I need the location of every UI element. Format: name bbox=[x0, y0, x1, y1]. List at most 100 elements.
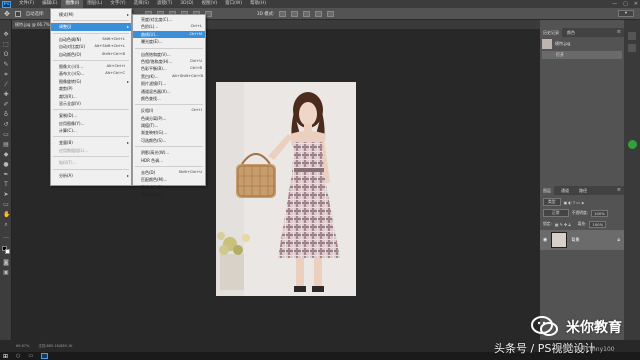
menu-item-selective-color[interactable]: 可选颜色(S)... bbox=[133, 137, 205, 144]
panel-menu-icon[interactable]: ≡ bbox=[617, 186, 621, 195]
lock-icons[interactable]: ▦ ✎ ✥ 🔒︎ bbox=[555, 222, 571, 227]
fill-input[interactable]: 100% bbox=[589, 220, 607, 228]
blend-mode-dropdown[interactable]: 正常 bbox=[543, 209, 569, 217]
3d-drag-icon[interactable] bbox=[303, 10, 311, 17]
crop-tool-icon[interactable]: ⌗ bbox=[3, 72, 9, 78]
history-panel-icon[interactable] bbox=[628, 32, 636, 40]
taskbar-photoshop-icon[interactable] bbox=[41, 353, 49, 359]
eyedropper-tool-icon[interactable]: ⁄ bbox=[3, 82, 9, 88]
brush-tool-icon[interactable]: ✐ bbox=[3, 102, 9, 108]
tab-layers[interactable]: 图层 bbox=[540, 186, 554, 195]
menu-item-brightness-contrast[interactable]: 亮度/对比度(C)... bbox=[133, 16, 205, 23]
menu-select[interactable]: 选择(S) bbox=[130, 0, 153, 8]
tab-paths[interactable]: 路径 bbox=[576, 186, 590, 195]
menu-item-posterize[interactable]: 色调分离(P)... bbox=[133, 115, 205, 122]
tab-channels[interactable]: 通道 bbox=[558, 186, 572, 195]
healing-brush-tool-icon[interactable]: ✚ bbox=[3, 92, 9, 98]
menu-item-reveal-all[interactable]: 显示全部(V) bbox=[51, 100, 131, 107]
menu-item-hue-saturation[interactable]: 色相/饱和度(H)... Ctrl+U bbox=[133, 58, 205, 65]
menu-item-photo-filter[interactable]: 照片滤镜(F)... bbox=[133, 80, 205, 87]
menu-item-desaturate[interactable]: 去色(D) Shift+Ctrl+U bbox=[133, 169, 205, 176]
close-icon[interactable]: ✕ bbox=[634, 1, 638, 7]
menu-item-trim[interactable]: 裁切(R)... bbox=[51, 93, 131, 100]
menu-item-match-color[interactable]: 匹配颜色(M)... bbox=[133, 176, 205, 183]
maximize-icon[interactable]: ▢ bbox=[623, 1, 628, 7]
windows-start-icon[interactable]: ⊞ bbox=[3, 353, 8, 360]
menu-item-image-size[interactable]: 图像大小(I)... Alt+Ctrl+I bbox=[51, 63, 131, 70]
menu-item-canvas-size[interactable]: 画布大小(S)... Alt+Ctrl+C bbox=[51, 70, 131, 77]
3d-roll-icon[interactable] bbox=[291, 10, 299, 17]
menu-item-shadows-highlights[interactable]: 阴影/高光(W)... bbox=[133, 149, 205, 156]
color-panel-icon[interactable] bbox=[628, 44, 636, 52]
menu-item-exposure[interactable]: 曝光度(E)... bbox=[133, 38, 205, 45]
filter-icons[interactable]: ▣ ◐ T ▭ ◈ bbox=[564, 200, 585, 205]
menu-3d[interactable]: 3D(D) bbox=[176, 0, 197, 8]
opacity-input[interactable]: 100% bbox=[591, 209, 608, 217]
menu-item-analysis[interactable]: 分析(A) ▸ bbox=[51, 172, 131, 179]
path-select-tool-icon[interactable]: ➤ bbox=[3, 192, 9, 198]
menu-item-replace-color[interactable]: 替换颜色(R)... bbox=[133, 184, 205, 191]
menu-item-adjustments[interactable]: 调整(J) ▸ bbox=[51, 23, 131, 31]
background-color-swatch[interactable] bbox=[5, 249, 10, 254]
menu-item-curves[interactable]: 曲线(U)... Ctrl+M bbox=[133, 30, 205, 39]
menu-item-auto-color[interactable]: 自动颜色(O) Shift+Ctrl+B bbox=[51, 51, 131, 58]
hand-tool-icon[interactable]: ✋ bbox=[3, 212, 10, 218]
menu-item-channel-mixer[interactable]: 通道混合器(X)... bbox=[133, 88, 205, 95]
eraser-tool-icon[interactable]: ▭ bbox=[3, 132, 9, 138]
visibility-eye-icon[interactable]: ◉ bbox=[543, 237, 547, 243]
menu-item-color-balance[interactable]: 色彩平衡(B)... Ctrl+B bbox=[133, 65, 205, 72]
gradient-tool-icon[interactable]: ▤ bbox=[3, 142, 9, 148]
menu-item-duplicate[interactable]: 复制(D)... bbox=[51, 112, 131, 119]
menu-item-image-rotation[interactable]: 图像旋转(G) ▸ bbox=[51, 78, 131, 85]
menu-item-levels[interactable]: 色阶(L)... Ctrl+L bbox=[133, 23, 205, 30]
green-circle-icon[interactable] bbox=[628, 140, 637, 149]
menu-edit[interactable]: 编辑(E) bbox=[38, 0, 61, 8]
history-step-open[interactable]: 打开 bbox=[542, 51, 622, 59]
menu-item-apply-image[interactable]: 应用图像(Y)... bbox=[51, 120, 131, 127]
menu-item-mode[interactable]: 模式(M) ▸ bbox=[51, 11, 131, 18]
3d-slide-icon[interactable] bbox=[315, 10, 323, 17]
menu-item-black-white[interactable]: 黑白(K)... Alt+Shift+Ctrl+B bbox=[133, 73, 205, 80]
menu-item-calculations[interactable]: 计算(C)... bbox=[51, 127, 131, 134]
blur-tool-icon[interactable]: ◆ bbox=[3, 152, 9, 158]
auto-select-checkbox[interactable] bbox=[14, 10, 21, 17]
layer-kind-dropdown[interactable]: 类型 bbox=[543, 198, 561, 206]
menu-item-auto-tone[interactable]: 自动色调(N) Shift+Ctrl+L bbox=[51, 36, 131, 43]
move-tool-icon[interactable]: ✥ bbox=[3, 32, 9, 38]
move-tool-icon[interactable]: ✥ bbox=[4, 10, 10, 18]
pen-tool-icon[interactable]: ✒ bbox=[3, 172, 9, 178]
menu-item-invert[interactable]: 反相(I) Ctrl+I bbox=[133, 107, 205, 114]
menu-file[interactable]: 文件(F) bbox=[15, 0, 38, 8]
menu-help[interactable]: 帮助(H) bbox=[246, 0, 270, 8]
menu-item-variables[interactable]: 变量(B) ▸ bbox=[51, 139, 131, 146]
menu-window[interactable]: 窗口(W) bbox=[221, 0, 246, 8]
panel-menu-icon[interactable]: ≡ bbox=[617, 28, 621, 37]
shape-tool-icon[interactable]: ▭ bbox=[3, 202, 9, 208]
workspace-switcher[interactable]: ▾ bbox=[617, 10, 634, 17]
menu-layer[interactable]: 图层(L) bbox=[83, 0, 106, 8]
quick-select-tool-icon[interactable]: ✎ bbox=[3, 62, 9, 68]
menu-item-threshold[interactable]: 阈值(T)... bbox=[133, 122, 205, 129]
menu-item-color-lookup[interactable]: 颜色查找... bbox=[133, 95, 205, 102]
menu-item-crop[interactable]: 裁剪(P) bbox=[51, 85, 131, 92]
menu-item-vibrance[interactable]: 自然饱和度(V)... bbox=[133, 51, 205, 58]
3d-scale-icon[interactable] bbox=[327, 10, 335, 17]
lasso-tool-icon[interactable]: ʘ bbox=[3, 52, 9, 58]
menu-image[interactable]: 图像(I) bbox=[61, 0, 84, 8]
menu-item-hdr-toning[interactable]: HDR 色调... bbox=[133, 157, 205, 164]
tab-color[interactable]: 颜色 bbox=[564, 28, 578, 37]
menu-item-auto-contrast[interactable]: 自动对比度(U) Alt+Shift+Ctrl+L bbox=[51, 43, 131, 50]
screen-mode-icon[interactable]: ▣ bbox=[3, 270, 9, 276]
3d-rotate-icon[interactable] bbox=[279, 10, 287, 17]
history-snapshot[interactable]: 模特.jpg bbox=[542, 38, 622, 50]
dodge-tool-icon[interactable]: ● bbox=[3, 162, 9, 168]
menu-item-gradient-map[interactable]: 渐变映射(G)... bbox=[133, 129, 205, 136]
zoom-tool-icon[interactable]: ⌕ bbox=[3, 222, 9, 228]
menu-type[interactable]: 文字(Y) bbox=[106, 0, 129, 8]
quick-mask-icon[interactable]: ◙ bbox=[3, 260, 9, 266]
menu-view[interactable]: 视图(V) bbox=[198, 0, 222, 8]
marquee-tool-icon[interactable]: ⬚ bbox=[3, 42, 9, 48]
type-tool-icon[interactable]: T bbox=[3, 182, 9, 188]
tab-history[interactable]: 历史记录 bbox=[540, 28, 562, 37]
more-tools-icon[interactable]: … bbox=[3, 234, 9, 240]
